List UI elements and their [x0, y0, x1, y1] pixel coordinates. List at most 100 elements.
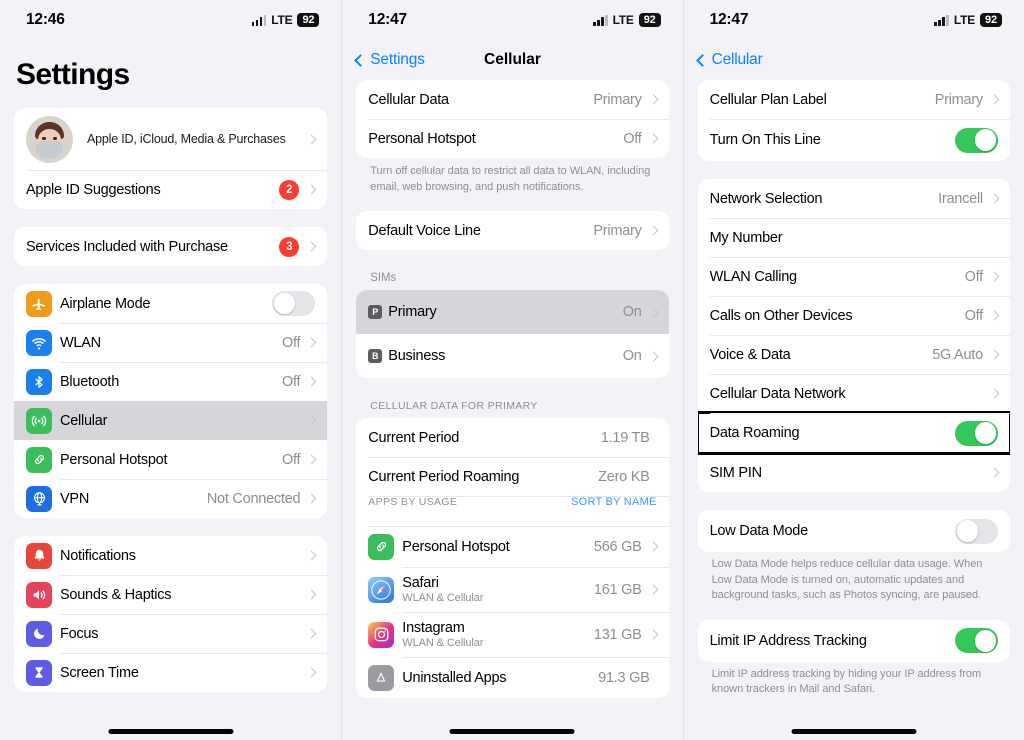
status-clock: 12:47 — [368, 11, 407, 28]
sidebar-item-sounds-haptics[interactable]: Sounds & Haptics — [14, 575, 328, 614]
airplane-mode-toggle[interactable] — [272, 291, 316, 316]
app-usage-row[interactable]: Instagram WLAN & Cellular 131 GB — [356, 612, 669, 658]
row-subtitle: WLAN & Cellular — [402, 637, 484, 650]
row-label: Bluetooth — [60, 373, 120, 390]
settings-list: Apple ID, iCloud, Media & Purchases Appl… — [0, 108, 341, 692]
navigation-bar: Cellular — [684, 40, 1024, 80]
turn-on-this-line-row[interactable]: Turn On This Line — [697, 119, 1010, 161]
back-button-label: Cellular — [711, 51, 763, 68]
low-data-mode-row[interactable]: Low Data Mode — [697, 510, 1010, 552]
app-usage-row[interactable]: Personal Hotspot 566 GB — [356, 526, 669, 568]
wlan-calling-row[interactable]: WLAN Calling Off — [697, 257, 1010, 296]
sim-pin-row[interactable]: SIM PIN — [697, 453, 1010, 492]
chevron-right-icon — [648, 351, 659, 362]
sim-row-business[interactable]: B Business On — [356, 334, 669, 379]
battery-badge: 92 — [980, 12, 1002, 28]
app-store-icon — [368, 664, 395, 691]
screen-time-icon — [26, 659, 52, 686]
sidebar-item-vpn[interactable]: VPN Not Connected — [14, 479, 328, 518]
row-label: Cellular Plan Label — [709, 91, 827, 108]
notifications-icon — [26, 542, 52, 569]
safari-icon — [368, 576, 395, 603]
chevron-right-icon — [989, 94, 1000, 105]
row-label: WLAN Calling — [709, 268, 797, 285]
sidebar-item-screen-time[interactable]: Screen Time — [14, 653, 328, 692]
personal-hotspot-row[interactable]: Personal Hotspot Off — [356, 119, 669, 158]
cellular-data-row[interactable]: Cellular Data Primary — [356, 80, 669, 119]
sim-detail-list: Cellular Plan Label Primary Turn On This… — [684, 80, 1024, 698]
chevron-right-icon — [989, 193, 1000, 204]
app-name-stack: Instagram WLAN & Cellular — [402, 620, 594, 649]
sort-by-name-button[interactable]: SORT BY NAME — [571, 496, 657, 508]
chevron-right-icon — [306, 376, 317, 387]
sidebar-item-bluetooth[interactable]: Bluetooth Off — [14, 362, 328, 401]
row-value: 91.3 GB — [598, 669, 650, 686]
turn-on-this-line-toggle[interactable] — [954, 127, 998, 153]
chevron-right-icon — [306, 415, 317, 426]
status-indicators: LTE 92 — [593, 12, 661, 28]
low-data-mode-toggle[interactable] — [954, 518, 998, 544]
limit-ip-tracking-toggle[interactable] — [954, 628, 998, 654]
back-button[interactable]: Settings — [354, 51, 425, 69]
chevron-left-icon — [695, 53, 709, 67]
row-value: 566 GB — [593, 538, 642, 555]
row-value: Zero KB — [598, 468, 650, 485]
back-button[interactable]: Cellular — [695, 51, 763, 69]
group-usage: Current Period 1.19 TB Current Period Ro… — [356, 418, 669, 699]
group-network: Network Selection Irancell My Number WLA… — [697, 179, 1010, 492]
cellular-data-network-row[interactable]: Cellular Data Network — [697, 374, 1010, 413]
current-period-row: Current Period 1.19 TB — [356, 418, 669, 458]
signal-bars-icon — [593, 14, 608, 26]
row-label: Instagram — [402, 620, 465, 637]
status-bar: 12:46 LTE 92 — [0, 0, 341, 40]
battery-badge: 92 — [297, 12, 320, 28]
sidebar-item-personal-hotspot[interactable]: Personal Hotspot Off — [14, 440, 328, 479]
airplane-icon — [26, 290, 52, 317]
network-selection-row[interactable]: Network Selection Irancell — [697, 179, 1010, 218]
status-clock: 12:46 — [26, 11, 65, 28]
chevron-right-icon — [989, 271, 1000, 282]
row-label: Personal Hotspot — [60, 451, 168, 468]
apple-id-suggestions-row[interactable]: Apple ID Suggestions 2 — [14, 170, 328, 209]
data-roaming-row[interactable]: Data Roaming — [697, 411, 1010, 455]
apple-id-profile-row[interactable]: Apple ID, iCloud, Media & Purchases — [14, 108, 328, 170]
row-label: Apple ID Suggestions — [26, 181, 161, 198]
chevron-right-icon — [648, 541, 659, 552]
calls-on-other-devices-row[interactable]: Calls on Other Devices Off — [697, 296, 1010, 335]
services-included-row[interactable]: Services Included with Purchase 3 — [14, 227, 328, 266]
row-value: 131 GB — [593, 626, 642, 643]
sidebar-item-wlan[interactable]: WLAN Off — [14, 323, 328, 362]
row-label: Safari — [402, 575, 439, 592]
data-roaming-toggle[interactable] — [954, 420, 998, 446]
cellular-plan-label-row[interactable]: Cellular Plan Label Primary — [697, 80, 1010, 119]
panel-sim-detail: 12:47 LTE 92 Cellular Cellular Plan Labe… — [682, 0, 1024, 740]
my-number-row[interactable]: My Number — [697, 218, 1010, 257]
voice-and-data-row[interactable]: Voice & Data 5G Auto — [697, 335, 1010, 374]
sidebar-item-notifications[interactable]: Notifications — [14, 536, 328, 575]
row-label: Network Selection — [709, 190, 823, 207]
sidebar-item-airplane-mode[interactable]: Airplane Mode — [14, 284, 328, 323]
sidebar-item-cellular[interactable]: Cellular — [14, 401, 328, 440]
cellular-data-section-header: CELLULAR DATA FOR PRIMARY — [370, 400, 538, 413]
row-value: Off — [281, 334, 301, 351]
row-value: 5G Auto — [932, 346, 983, 363]
bluetooth-icon — [26, 368, 52, 395]
sidebar-item-focus[interactable]: Focus — [14, 614, 328, 653]
row-value: Off — [964, 307, 984, 324]
sim-row-primary[interactable]: P Primary On — [356, 290, 669, 335]
chevron-right-icon — [648, 94, 659, 105]
app-usage-row[interactable]: Uninstalled Apps 91.3 GB — [356, 657, 669, 699]
home-indicator — [449, 729, 575, 734]
row-value: Primary — [593, 91, 642, 108]
row-label: Business — [388, 348, 446, 365]
group-limit-ip: Limit IP Address Tracking — [697, 619, 1010, 662]
group-default-voice: Default Voice Line Primary — [356, 211, 669, 251]
row-label: Focus — [60, 625, 99, 642]
limit-ip-tracking-row[interactable]: Limit IP Address Tracking — [697, 619, 1010, 662]
group-notifications: Notifications Sounds & Haptics Focus Scr… — [14, 536, 328, 692]
limit-ip-tracking-footnote: Limit IP address tracking by hiding your… — [711, 667, 982, 696]
row-label: Airplane Mode — [60, 295, 151, 312]
app-usage-row[interactable]: Safari WLAN & Cellular 161 GB — [356, 567, 669, 613]
default-voice-line-row[interactable]: Default Voice Line Primary — [356, 211, 669, 251]
signal-bars-icon — [251, 14, 267, 26]
